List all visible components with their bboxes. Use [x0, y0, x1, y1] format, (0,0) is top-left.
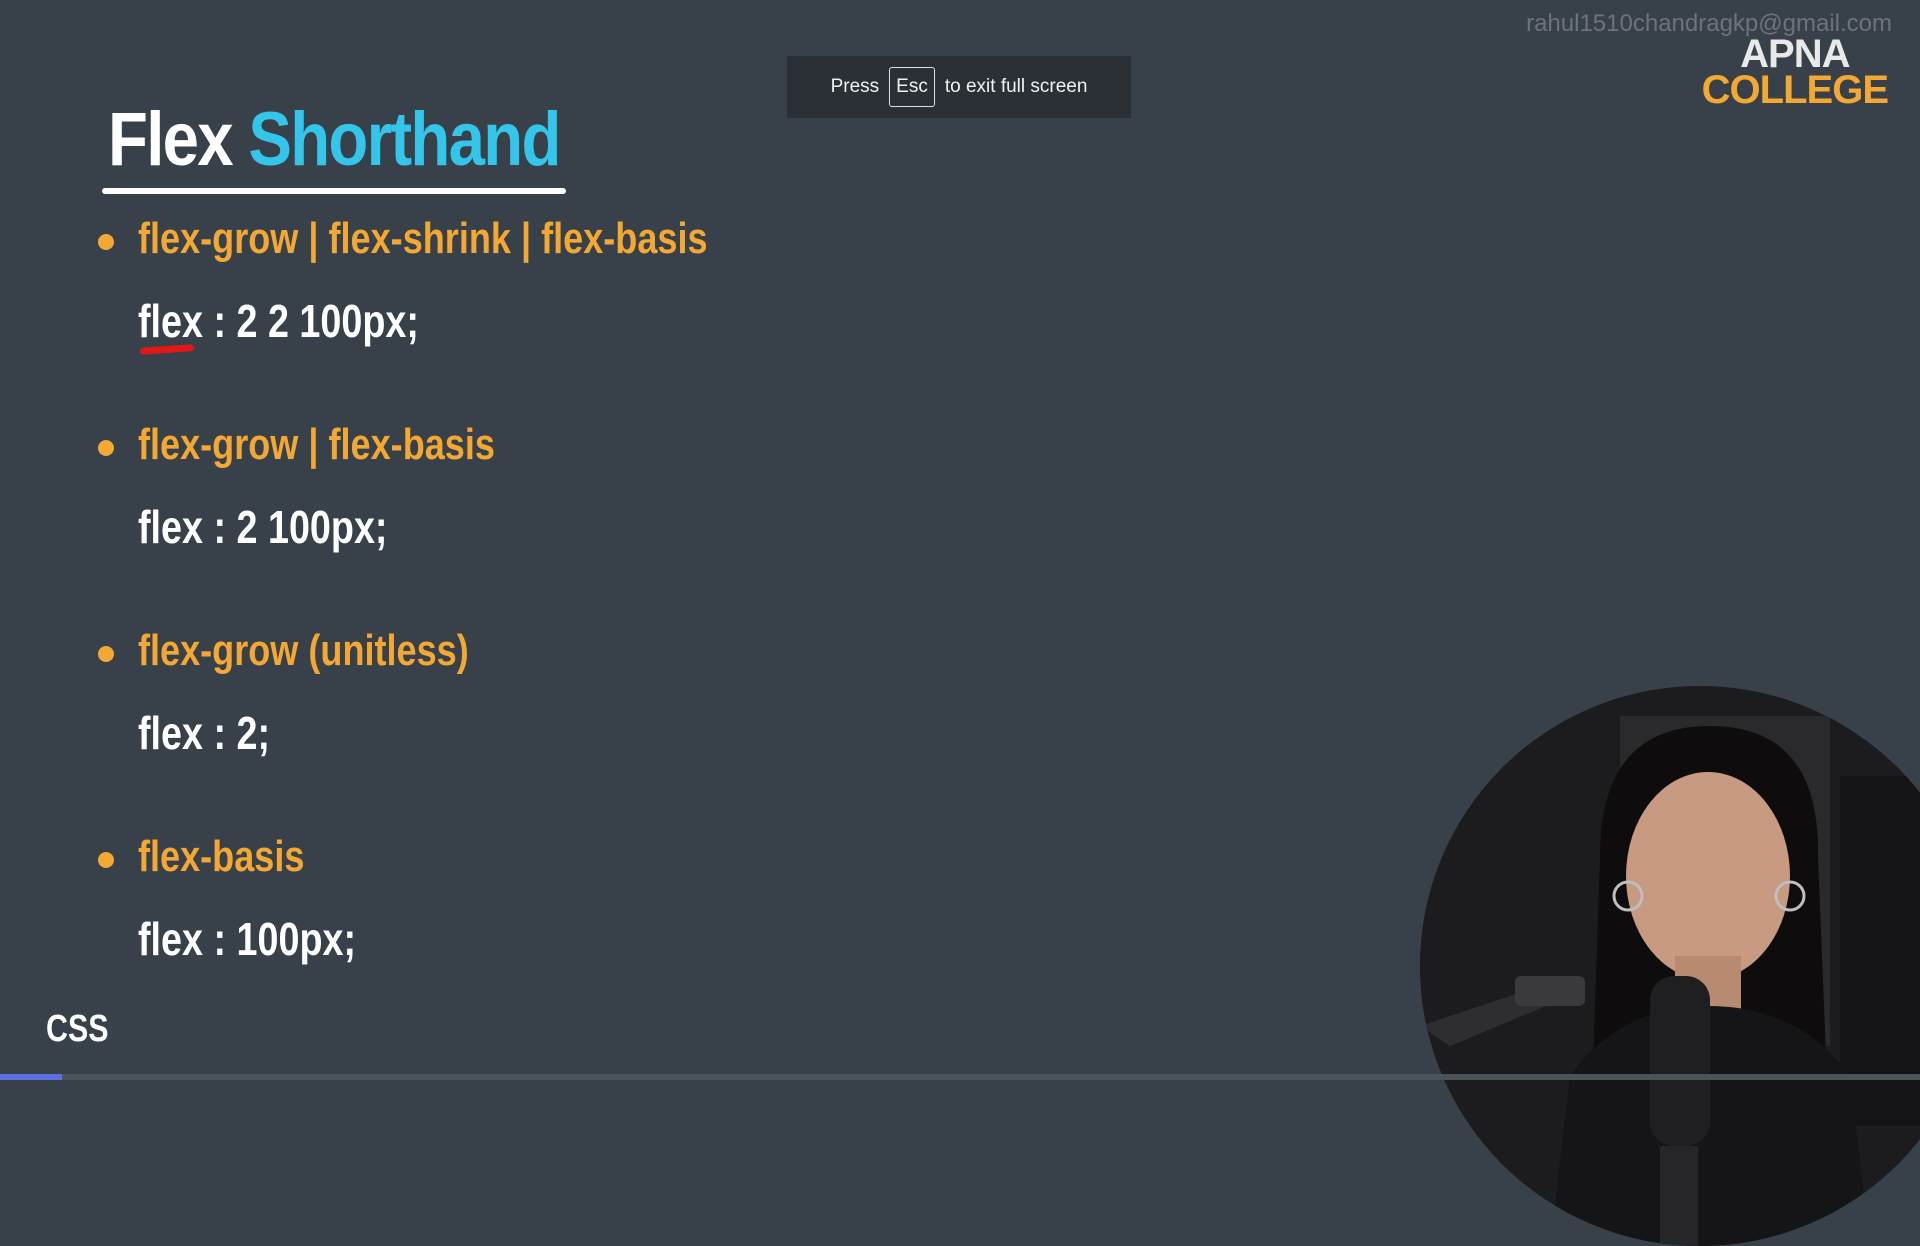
video-progress-bar[interactable] — [0, 1074, 1920, 1080]
code-line: flex : 2 100px; — [138, 501, 388, 553]
logo-line-1: APNA — [1740, 32, 1850, 76]
banner-rest-text: to exit full screen — [944, 76, 1088, 97]
title-word-flex: Flex — [108, 97, 234, 182]
title-underline — [102, 188, 566, 194]
bullet-dot — [98, 646, 114, 662]
section-heading: flex-grow | flex-basis — [138, 420, 495, 469]
presenter-image — [1420, 686, 1920, 1246]
bullet-dot — [98, 440, 114, 456]
video-progress-fill — [0, 1074, 62, 1080]
presenter-webcam — [1420, 686, 1920, 1246]
apna-college-logo: APNA COLLEGE — [1701, 32, 1889, 112]
section-heading: flex-basis — [138, 832, 305, 881]
code-line: flex : 2 2 100px; — [138, 295, 419, 347]
code-line: flex : 100px; — [138, 913, 357, 965]
bullet-dot — [98, 234, 114, 250]
esc-key-hint: Esc — [889, 67, 935, 107]
logo-line-2: COLLEGE — [1701, 68, 1889, 112]
section-heading: flex-grow (unitless) — [138, 626, 469, 675]
fullscreen-exit-banner: Press Esc to exit full screen — [787, 56, 1131, 118]
banner-press-text: Press — [830, 76, 880, 97]
title-word-shorthand: Shorthand — [248, 97, 561, 182]
css-topic-label: CSS — [46, 1008, 109, 1050]
section-heading: flex-grow | flex-shrink | flex-basis — [138, 214, 708, 263]
code-line: flex : 2; — [138, 707, 271, 759]
bullet-dot — [98, 852, 114, 868]
slide-title: Flex Shorthand — [108, 96, 561, 183]
